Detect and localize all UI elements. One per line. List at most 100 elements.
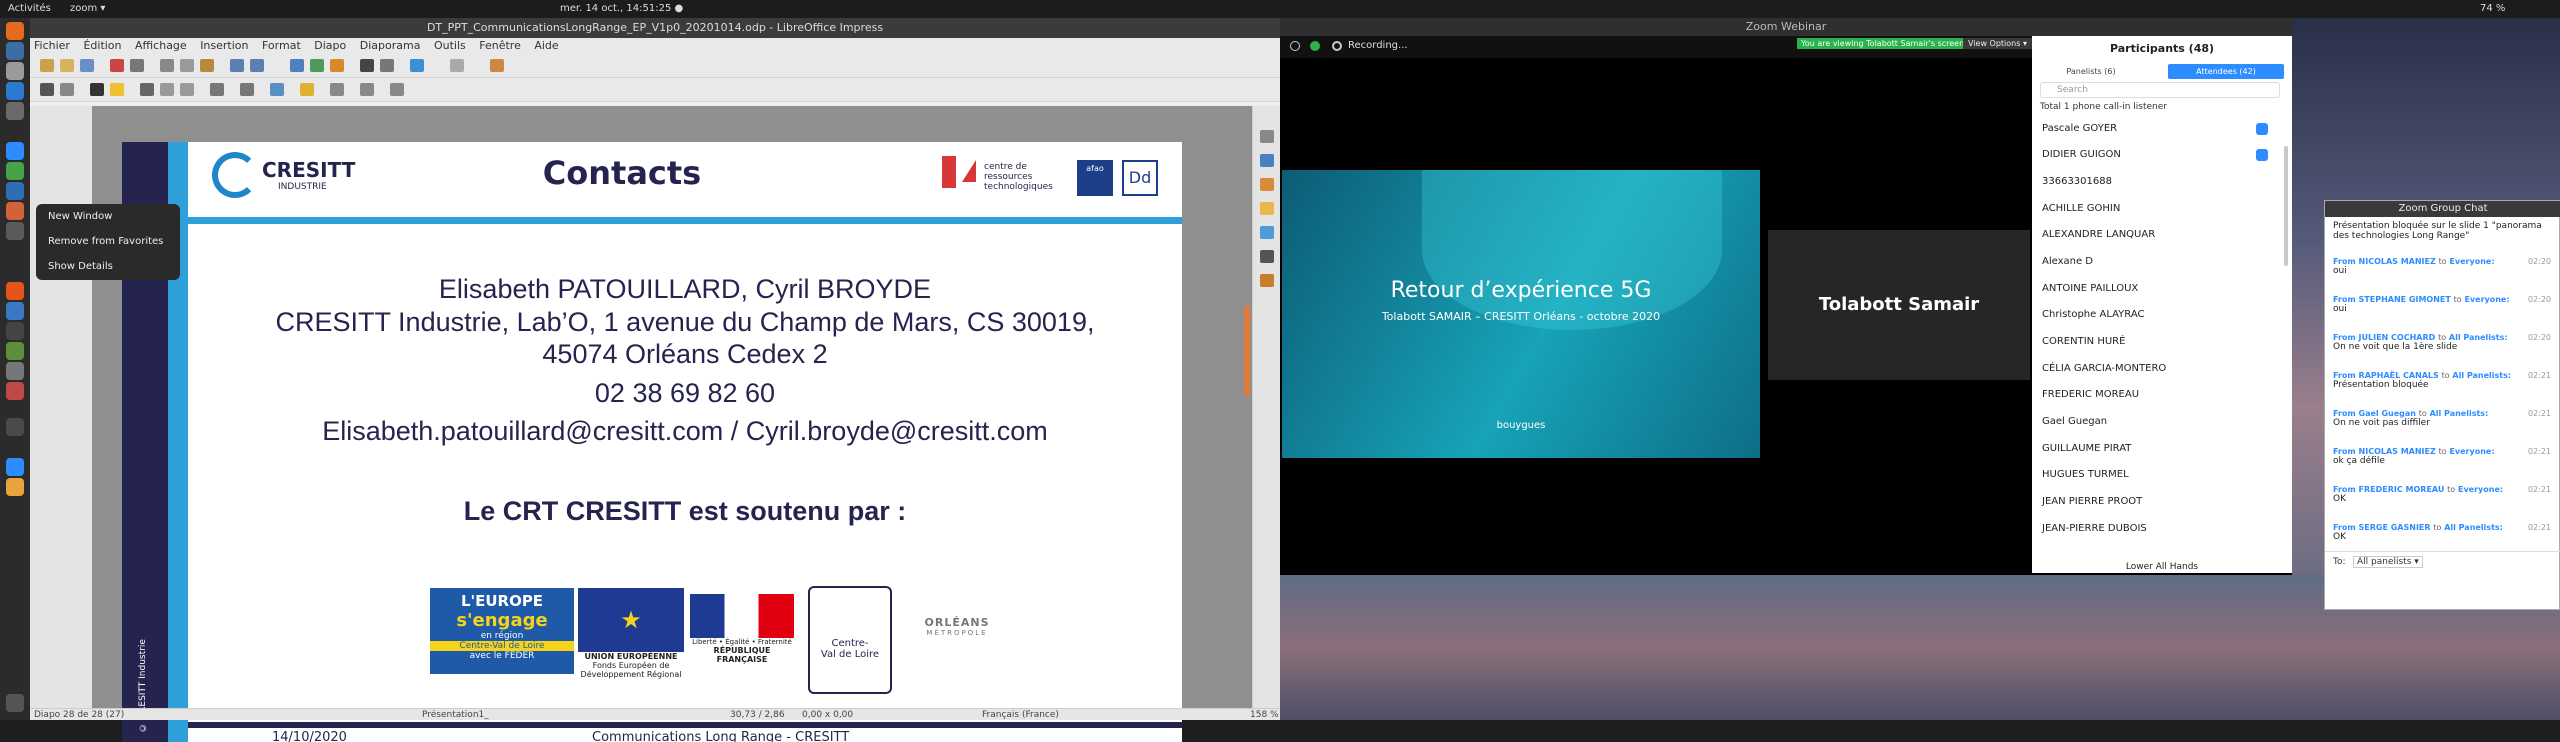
participant-row[interactable]: CORENTIN HURÉ — [2042, 329, 2278, 355]
participant-row[interactable]: Alexane D — [2042, 249, 2278, 275]
archive-icon[interactable] — [6, 478, 24, 496]
animation-icon[interactable] — [1260, 178, 1274, 191]
arrange-icon[interactable] — [390, 83, 404, 96]
paste-icon[interactable] — [200, 59, 214, 72]
styles-icon[interactable] — [1260, 226, 1274, 239]
shapes-icon[interactable] — [270, 83, 284, 96]
chat-recipient-select[interactable]: All panelists ▾ — [2353, 556, 2423, 568]
menu-diapo[interactable]: Diapo — [314, 39, 346, 52]
app-icon[interactable] — [6, 382, 24, 400]
menu-fenetre[interactable]: Fenêtre — [479, 39, 521, 52]
trash-icon[interactable] — [6, 418, 24, 436]
participant-row[interactable]: GUILLAUME PIRAT — [2042, 436, 2278, 462]
settings-icon[interactable] — [6, 222, 24, 240]
open-icon[interactable] — [60, 59, 74, 72]
menu-item-remove-favorites[interactable]: Remove from Favorites — [36, 229, 180, 254]
menu-diaporama[interactable]: Diaporama — [360, 39, 421, 52]
slide-pane[interactable] — [30, 106, 92, 714]
participant-row[interactable]: HUGUES TURMEL — [2042, 462, 2278, 488]
disks-icon[interactable] — [6, 362, 24, 380]
help-icon[interactable] — [6, 302, 24, 320]
participant-row[interactable]: ANTOINE PAILLOUX — [2042, 276, 2278, 302]
menu-item-new-window[interactable]: New Window — [36, 204, 180, 229]
participant-row[interactable]: JEAN-PIERRE DUBOIS — [2042, 516, 2278, 542]
rotate-icon[interactable] — [330, 83, 344, 96]
shield-icon[interactable] — [1310, 41, 1320, 51]
undo-icon[interactable] — [230, 59, 244, 72]
impress-icon[interactable] — [6, 202, 24, 220]
master-slides-icon[interactable] — [1260, 202, 1274, 215]
terminal-icon[interactable] — [6, 102, 24, 120]
mail-icon[interactable] — [6, 82, 24, 100]
star-icon[interactable] — [300, 83, 314, 96]
menu-format[interactable]: Format — [262, 39, 301, 52]
participant-row[interactable]: DIDIER GUIGON — [2042, 142, 2278, 168]
chart-icon[interactable] — [330, 59, 344, 72]
cut-icon[interactable] — [160, 59, 174, 72]
slide-transition-icon[interactable] — [1260, 154, 1274, 167]
zoom-dock-icon[interactable] — [6, 142, 24, 160]
menu-fichier[interactable]: Fichier — [34, 39, 70, 52]
menu-affichage[interactable]: Affichage — [135, 39, 187, 52]
select-icon[interactable] — [40, 83, 54, 96]
activities-button[interactable]: Activités — [8, 3, 51, 14]
properties-icon[interactable] — [1260, 130, 1274, 143]
tab-panelists[interactable]: Panelists (6) — [2036, 64, 2146, 79]
navigator-icon[interactable] — [1260, 274, 1274, 287]
files-icon[interactable] — [6, 62, 24, 80]
pdf-icon[interactable] — [110, 59, 124, 72]
curve-icon[interactable] — [240, 83, 254, 96]
save-icon[interactable] — [80, 59, 94, 72]
clock[interactable]: mer. 14 oct., 14:51:25 ● — [560, 3, 683, 14]
participant-row[interactable]: Gael Guegan — [2042, 409, 2278, 435]
participant-row[interactable]: CÉLIA GARCIA-MONTERO — [2042, 356, 2278, 382]
fill-color-icon[interactable] — [110, 83, 124, 96]
grid-icon[interactable] — [450, 59, 464, 72]
chat-message-input[interactable] — [2333, 573, 2551, 603]
table-icon[interactable] — [290, 59, 304, 72]
firefox-icon[interactable] — [6, 22, 24, 40]
new-icon[interactable] — [40, 59, 54, 72]
participant-row[interactable]: Christophe ALAYRAC — [2042, 302, 2278, 328]
special-char-icon[interactable] — [380, 59, 394, 72]
menu-outils[interactable]: Outils — [434, 39, 466, 52]
participant-row[interactable]: ALEXANDRE LANQUAR — [2042, 222, 2278, 248]
battery-indicator[interactable]: 74 % — [2480, 3, 2505, 14]
zoom-icon[interactable] — [60, 83, 74, 96]
slide-icon[interactable] — [490, 59, 504, 72]
show-apps-icon[interactable] — [6, 694, 24, 712]
rectangle-icon[interactable] — [160, 83, 174, 96]
zoom-running-icon[interactable] — [6, 458, 24, 476]
software-icon[interactable] — [6, 282, 24, 300]
line-icon[interactable] — [140, 83, 154, 96]
participant-row[interactable]: FREDERIC MOREAU — [2042, 382, 2278, 408]
lower-all-hands-button[interactable]: Lower All Hands — [2032, 562, 2292, 573]
participant-row[interactable]: Pascale GOYER — [2042, 116, 2278, 142]
align-icon[interactable] — [360, 83, 374, 96]
chromium-icon[interactable] — [6, 42, 24, 60]
slide[interactable]: © CRESITT Industrie CRESITT INDUSTRIE Co… — [122, 142, 1182, 742]
view-options-button[interactable]: View Options ▾ — [1963, 38, 2032, 49]
participant-row[interactable]: ACHILLE GOHIN — [2042, 196, 2278, 222]
print-icon[interactable] — [130, 59, 144, 72]
image-icon[interactable] — [310, 59, 324, 72]
menu-insertion[interactable]: Insertion — [200, 39, 248, 52]
tab-attendees[interactable]: Attendees (42) — [2168, 64, 2284, 79]
calc-icon[interactable] — [6, 162, 24, 180]
menu-aide[interactable]: Aide — [534, 39, 558, 52]
video-tile[interactable]: Tolabott Samair — [1768, 230, 2030, 380]
participant-row[interactable]: 33663301688 — [2042, 169, 2278, 195]
status-zoom[interactable]: 158 % — [1250, 710, 1279, 720]
screenshot-icon[interactable] — [6, 322, 24, 340]
vm-icon[interactable] — [6, 342, 24, 360]
menu-edition[interactable]: Édition — [83, 39, 121, 52]
textbox-icon[interactable] — [360, 59, 374, 72]
participants-search[interactable]: Search — [2040, 82, 2280, 98]
fontwork-icon[interactable] — [410, 59, 424, 72]
participant-row[interactable]: JEAN PIERRE PROOT — [2042, 489, 2278, 515]
info-icon[interactable] — [1290, 41, 1300, 51]
redo-icon[interactable] — [250, 59, 264, 72]
app-menu[interactable]: zoom ▾ — [70, 3, 105, 14]
vertical-scrollbar[interactable] — [1244, 306, 1250, 396]
line-color-icon[interactable] — [90, 83, 104, 96]
